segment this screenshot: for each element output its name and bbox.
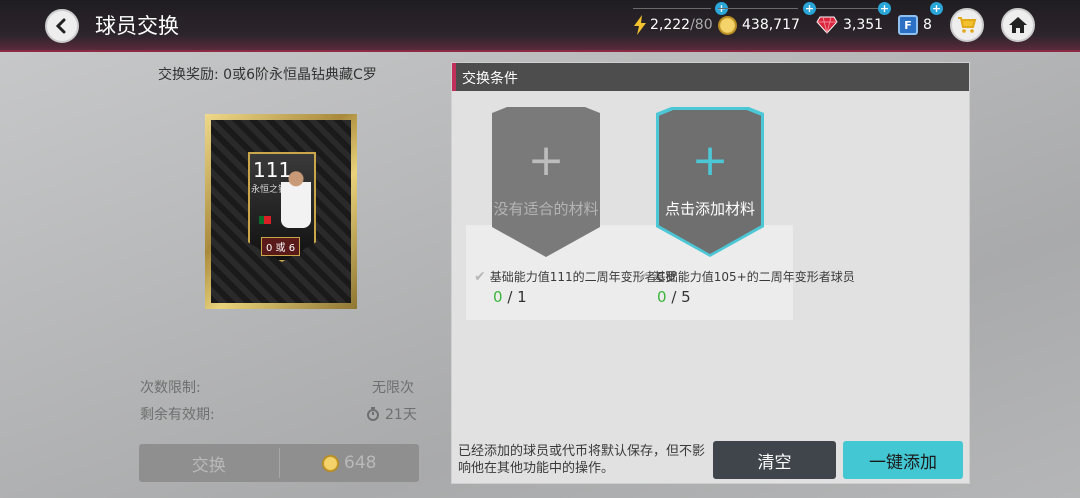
- save-note: 已经添加的球员或代币将默认保存，但不影响他在其他功能中的操作。: [458, 444, 706, 476]
- shop-button[interactable]: [950, 8, 984, 42]
- token-counter[interactable]: + F 8: [898, 2, 943, 36]
- timer-icon: [367, 407, 379, 421]
- panel-header: 交换条件: [452, 63, 969, 91]
- back-icon: [55, 18, 66, 34]
- coin-icon: [718, 15, 737, 35]
- condition-2-need: / 5: [671, 288, 691, 306]
- home-button[interactable]: [1001, 8, 1035, 42]
- condition-2-have: 0: [657, 288, 667, 306]
- condition-1-have: 0: [493, 288, 503, 306]
- player-portrait: [281, 168, 311, 228]
- exchange-label: 交换: [191, 455, 226, 476]
- home-icon: [1009, 17, 1027, 33]
- token-icon: F: [898, 15, 918, 35]
- exchange-button[interactable]: 交换 648: [139, 444, 419, 482]
- condition-2-text: 基础能力值105+的二周年变形者球员: [653, 270, 855, 284]
- panel-title: 交换条件: [462, 71, 518, 87]
- cart-icon: [958, 17, 977, 33]
- expire-label: 剩余有效期:: [140, 407, 215, 423]
- slot-1-label: 没有适合的材料: [493, 200, 599, 218]
- reward-player-card[interactable]: 111 永恒之钻 0 或 6: [205, 114, 357, 309]
- coin-counter[interactable]: + 438,717: [718, 2, 816, 36]
- coin-plus-icon[interactable]: +: [803, 2, 816, 15]
- energy-value: 2,222: [650, 17, 691, 33]
- coin-icon: [322, 454, 340, 472]
- exchange-cost-value: 648: [344, 453, 377, 473]
- energy-max: /80: [690, 17, 713, 33]
- reward-info: 交换奖励: 0或6阶永恒晶钻典藏C罗: [158, 64, 377, 84]
- nation-flag-icon: [259, 216, 271, 224]
- condition-1-need: / 1: [507, 288, 527, 306]
- expire-value: 21天: [385, 407, 417, 423]
- add-all-button[interactable]: 一键添加: [843, 441, 963, 479]
- plus-icon: +: [691, 135, 729, 186]
- energy-counter[interactable]: + 2,222 /80: [633, 2, 728, 36]
- token-plus-icon[interactable]: +: [930, 2, 943, 15]
- check-icon: ✔: [638, 268, 650, 285]
- clear-button[interactable]: 清空: [713, 441, 836, 479]
- token-value: 8: [923, 17, 932, 33]
- plus-icon: +: [527, 135, 565, 186]
- lightning-icon: [634, 15, 646, 35]
- limit-label: 次数限制:: [140, 380, 201, 396]
- exchange-cost: 648: [280, 444, 420, 482]
- gem-counter[interactable]: + 3,351: [816, 2, 891, 36]
- back-button[interactable]: [45, 9, 79, 43]
- reward-value: 0或6阶永恒晶钻典藏C罗: [223, 67, 377, 83]
- condition-2-count: 0 / 5: [657, 288, 691, 306]
- condition-1-count: 0 / 1: [493, 288, 527, 306]
- condition-panel: 交换条件 + 没有适合的材料 + 点击添加材料 ✔ 基础能力值111的二周年变形…: [451, 62, 970, 484]
- expire-info: 21天: [366, 404, 417, 424]
- card-tier: 0 或 6: [261, 237, 301, 256]
- reward-label: 交换奖励:: [158, 67, 219, 83]
- gem-icon: [816, 16, 838, 34]
- gem-value: 3,351: [843, 17, 884, 33]
- card-background: 111 永恒之钻 0 或 6: [211, 120, 351, 303]
- limit-value: 无限次: [372, 380, 414, 396]
- check-icon: ✔: [474, 268, 486, 285]
- gem-plus-icon[interactable]: +: [878, 2, 891, 15]
- top-bar: 球员交换 + 2,222 /80 + 438,717 + 3,351 + F 8: [0, 0, 1080, 52]
- condition-2: ✔ 基础能力值105+的二周年变形者球员: [638, 268, 855, 285]
- page-title: 球员交换: [95, 14, 179, 38]
- slot-2-label: 点击添加材料: [664, 200, 755, 218]
- coin-value: 438,717: [742, 17, 800, 33]
